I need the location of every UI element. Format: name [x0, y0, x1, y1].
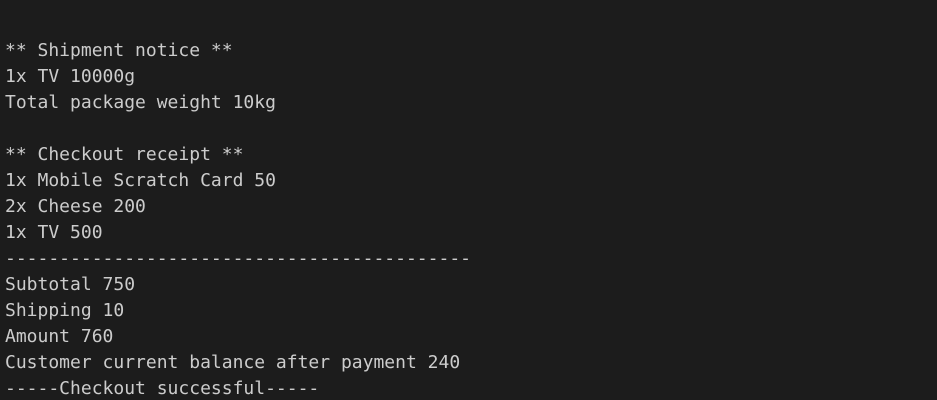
- shipment-item: 1x TV 10000g: [5, 66, 136, 87]
- balance-line: Customer current balance after payment 2…: [5, 352, 461, 373]
- subtotal-line: Subtotal 750: [5, 274, 136, 295]
- terminal-output[interactable]: ** Shipment notice ** 1x TV 10000g Total…: [0, 0, 937, 400]
- shipping-line: Shipping 10: [5, 300, 125, 321]
- checkout-status-line: -----Checkout successful-----: [5, 378, 320, 399]
- receipt-item: 1x Mobile Scratch Card 50: [5, 170, 276, 191]
- receipt-item: 1x TV 500: [5, 222, 103, 243]
- amount-line: Amount 760: [5, 326, 114, 347]
- total-package-weight: Total package weight 10kg: [5, 92, 276, 113]
- receipt-item: 2x Cheese 200: [5, 196, 146, 217]
- checkout-receipt-header: ** Checkout receipt **: [5, 144, 244, 165]
- receipt-divider: ----------------------------------------…: [5, 248, 471, 269]
- shipment-notice-header: ** Shipment notice **: [5, 40, 233, 61]
